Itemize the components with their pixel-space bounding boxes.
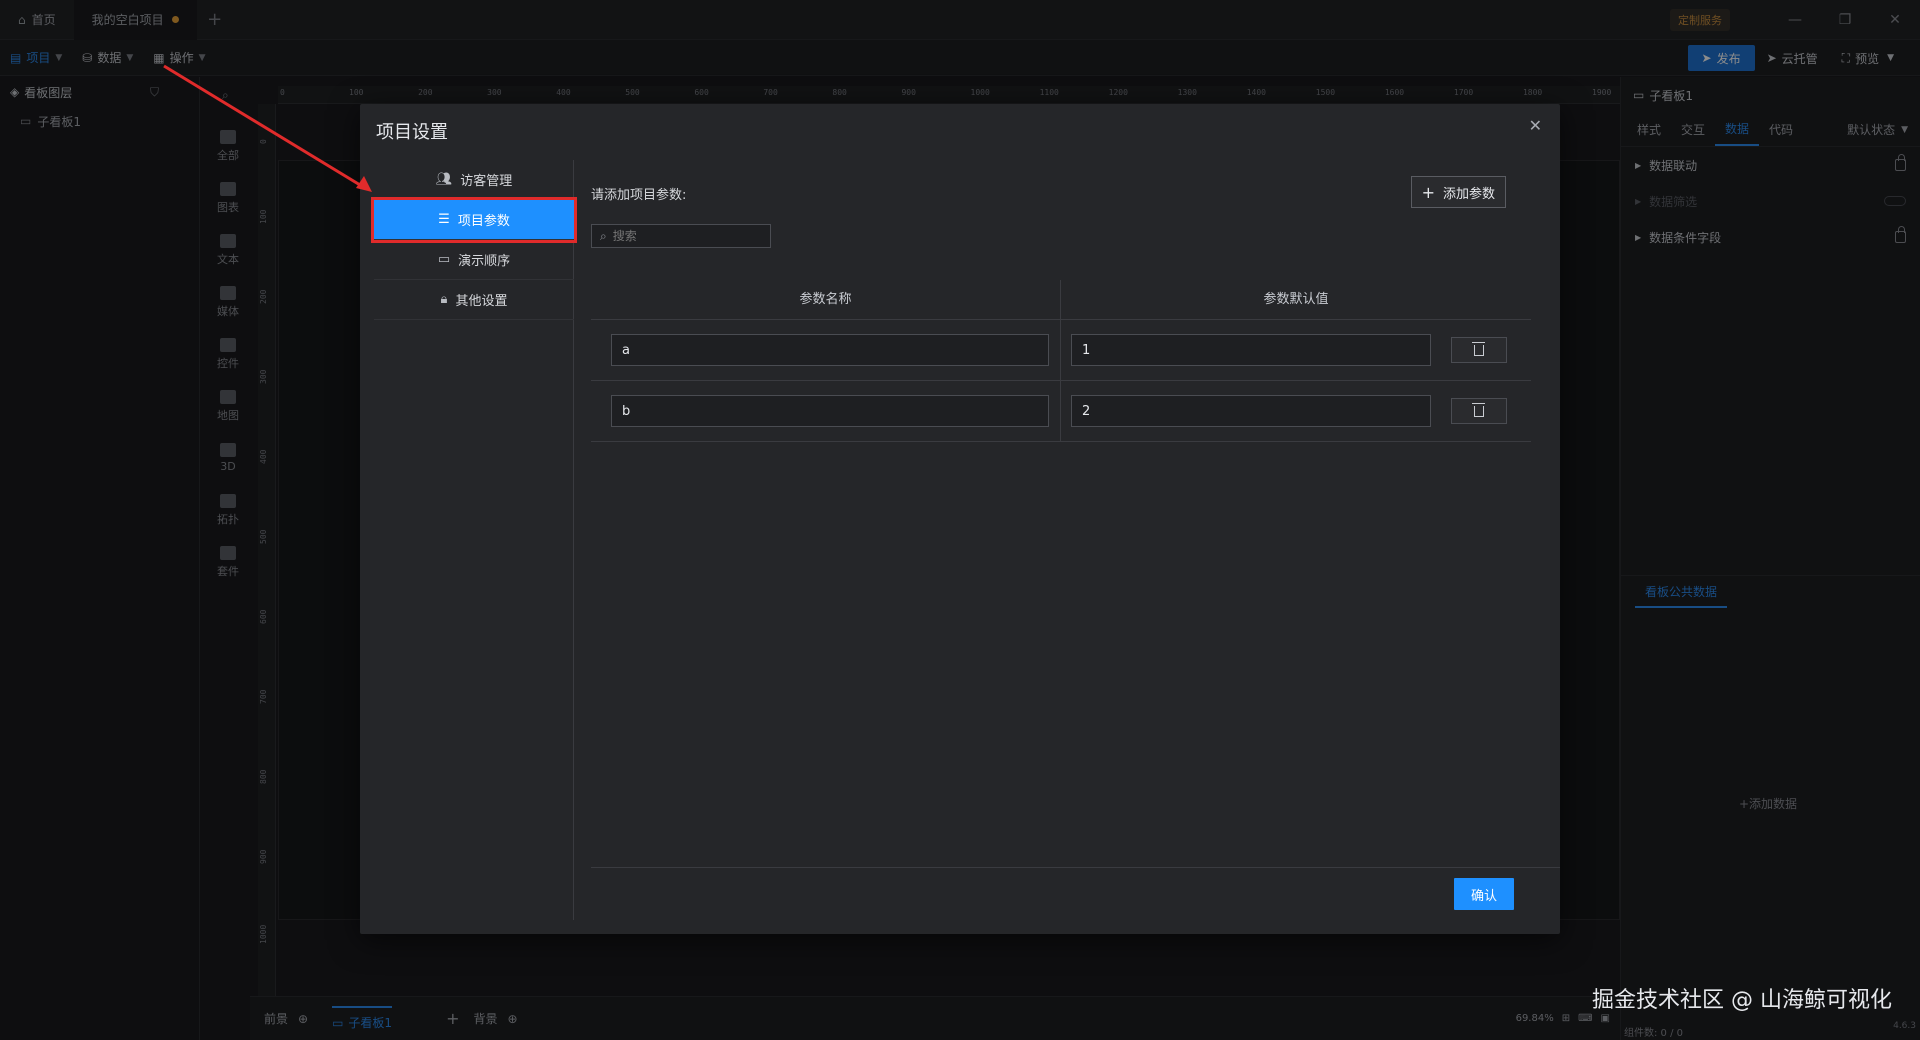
trash-icon xyxy=(1472,402,1485,417)
table-row: b 2 xyxy=(591,380,1531,442)
param-name-cell: b xyxy=(591,380,1061,442)
footer-divider xyxy=(591,867,1560,868)
annotation-arrow-icon xyxy=(163,64,372,192)
table-header: 参数名称 参数默认值 xyxy=(591,279,1531,320)
sliders-icon: ☰ xyxy=(438,212,450,227)
param-default-input[interactable]: 2 xyxy=(1071,395,1431,427)
param-default-input[interactable]: 1 xyxy=(1071,334,1431,366)
nav-label: 其他设置 xyxy=(455,294,508,309)
param-name-input[interactable]: a xyxy=(611,334,1049,366)
add-param-label: 添加参数 xyxy=(1442,186,1495,202)
delete-param-button[interactable] xyxy=(1451,398,1507,424)
trash-icon xyxy=(1472,341,1485,356)
presentation-icon: ▭ xyxy=(437,252,451,267)
add-param-button[interactable]: + 添加参数 xyxy=(1410,176,1506,208)
col-param-default: 参数默认值 xyxy=(1263,291,1329,307)
param-search-input[interactable] xyxy=(612,229,753,243)
nav-visitor-management[interactable]: 👥︎ 访客管理 xyxy=(374,160,574,200)
nav-project-params[interactable]: ☰ 项目参数 xyxy=(371,197,577,243)
params-content: 请添加项目参数: + 添加参数 ⌕ 参数名称 参数默认值 a 1 xyxy=(591,160,1536,860)
param-search: ⌕ xyxy=(591,224,771,248)
nav-label: 演示顺序 xyxy=(458,254,511,269)
confirm-button[interactable]: 确认 xyxy=(1454,878,1514,910)
param-default-cell: 1 xyxy=(1061,320,1531,381)
delete-param-button[interactable] xyxy=(1451,337,1507,363)
settings-nav: 👥︎ 访客管理 ☰ 项目参数 ▭ 演示顺序 🔒︎ 其他设置 xyxy=(371,160,577,920)
nav-label: 访客管理 xyxy=(460,174,513,189)
param-name-input[interactable]: b xyxy=(611,395,1049,427)
plus-icon: + xyxy=(1421,182,1435,202)
watermark: 掘金技术社区 @ 山海鲸可视化 xyxy=(1592,988,1892,1013)
params-table: 参数名称 参数默认值 a 1 b 2 xyxy=(591,279,1531,442)
param-default-cell: 2 xyxy=(1061,381,1531,442)
project-settings-dialog: 项目设置 ✕ 👥︎ 访客管理 ☰ 项目参数 ▭ 演示顺序 🔒︎ 其他设置 请添加… xyxy=(360,104,1560,934)
nav-label: 项目参数 xyxy=(457,214,510,229)
nav-other-settings[interactable]: 🔒︎ 其他设置 xyxy=(374,280,574,320)
table-row: a 1 xyxy=(591,319,1531,381)
col-param-name: 参数名称 xyxy=(591,279,1061,320)
dialog-title: 项目设置 xyxy=(376,122,448,143)
params-prompt: 请添加项目参数: xyxy=(591,188,687,203)
close-icon[interactable]: ✕ xyxy=(1529,116,1542,135)
param-name-cell: a xyxy=(591,319,1061,381)
search-icon: ⌕ xyxy=(600,228,607,243)
nav-presentation-order[interactable]: ▭ 演示顺序 xyxy=(374,240,574,280)
users-icon: 👥︎ xyxy=(435,172,453,187)
lock-icon: 🔒︎ xyxy=(440,292,448,307)
